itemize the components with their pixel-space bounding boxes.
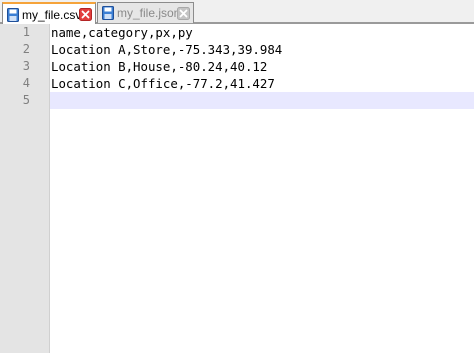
floppy-disk-icon <box>7 7 19 22</box>
tab-label: my_file.csv <box>22 7 79 22</box>
close-icon[interactable] <box>79 8 92 21</box>
tab-my-file-csv[interactable]: my_file.csv <box>2 2 96 25</box>
line-number: 5 <box>22 93 30 107</box>
line-number: 1 <box>22 25 30 39</box>
tab-my-file-json[interactable]: my_file.json <box>97 2 194 23</box>
code-line[interactable]: name,category,px,py <box>51 24 193 41</box>
line-number-gutter: 1 2 3 4 5 <box>0 24 50 353</box>
current-line-highlight <box>50 92 474 109</box>
text-editor[interactable]: 1 2 3 4 5 name,category,px,py Location A… <box>0 24 474 353</box>
tab-label: my_file.json <box>117 6 177 20</box>
line-number: 2 <box>22 42 30 56</box>
code-line[interactable]: Location A,Store,-75.343,39.984 <box>51 41 282 58</box>
line-number: 4 <box>22 76 30 90</box>
tab-bar: my_file.csv my_file.json <box>0 0 474 25</box>
floppy-disk-icon <box>102 6 114 20</box>
code-line[interactable]: Location C,Office,-77.2,41.427 <box>51 75 275 92</box>
line-number: 3 <box>22 59 30 73</box>
close-icon[interactable] <box>177 6 190 20</box>
code-line[interactable]: Location B,House,-80.24,40.12 <box>51 58 267 75</box>
